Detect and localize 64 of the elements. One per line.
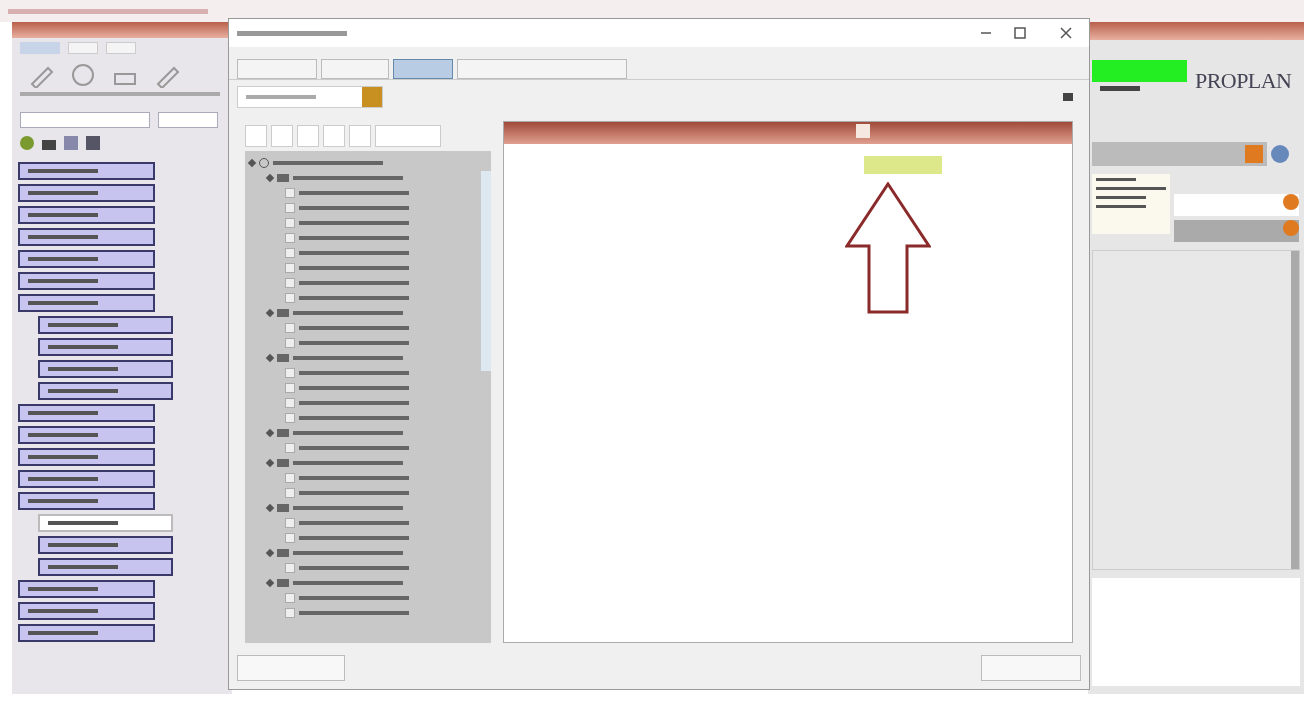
sidebar-item[interactable] <box>18 448 155 466</box>
expander-icon[interactable] <box>265 173 275 182</box>
scrollbar[interactable] <box>1291 251 1299 569</box>
up-arrow-icon <box>845 182 931 314</box>
document-icon <box>285 277 295 288</box>
expander-icon[interactable] <box>265 503 275 512</box>
scrollbar[interactable] <box>481 171 491 371</box>
sidebar-item[interactable] <box>38 382 173 400</box>
expander-icon[interactable] <box>265 428 275 437</box>
dropdown[interactable] <box>237 85 383 108</box>
sidebar-item[interactable] <box>18 404 155 422</box>
search-field[interactable] <box>375 125 441 147</box>
label-bar <box>1100 86 1140 91</box>
sidebar-item[interactable] <box>38 558 173 576</box>
document-icon <box>285 262 295 273</box>
logo-text: PROPLAN <box>1195 70 1292 92</box>
sidebar-item[interactable] <box>18 294 155 312</box>
sidebar-item[interactable] <box>18 206 155 224</box>
sidebar-item[interactable] <box>38 316 173 334</box>
document-icon <box>285 517 295 528</box>
expander-icon[interactable] <box>265 578 275 587</box>
document-icon <box>285 487 295 498</box>
sidebar-item[interactable] <box>38 360 173 378</box>
expander-icon[interactable] <box>265 353 275 362</box>
expander-icon[interactable] <box>265 308 275 317</box>
document-icon <box>285 247 295 258</box>
document-icon <box>285 187 295 198</box>
input-field[interactable] <box>1174 194 1299 216</box>
sidebar-item[interactable] <box>18 162 155 180</box>
document-icon <box>285 607 295 618</box>
sidebar-item[interactable] <box>38 514 173 532</box>
sidebar-item[interactable] <box>18 580 155 598</box>
document-icon <box>285 322 295 333</box>
document-icon <box>285 397 295 408</box>
popup-list[interactable] <box>1092 174 1170 234</box>
document-icon <box>285 562 295 573</box>
expander-icon[interactable] <box>265 548 275 557</box>
sidebar-item[interactable] <box>18 426 155 444</box>
document-icon <box>285 442 295 453</box>
sidebar-item[interactable] <box>18 492 155 510</box>
sidebar-item[interactable] <box>38 536 173 554</box>
sidebar-item[interactable] <box>18 624 155 642</box>
document-icon <box>285 472 295 483</box>
document-icon <box>285 232 295 243</box>
document-icon <box>285 367 295 378</box>
sidebar-item[interactable] <box>18 228 155 246</box>
sidebar-item[interactable] <box>38 338 173 356</box>
sidebar-item[interactable] <box>18 272 155 290</box>
document-icon <box>285 217 295 228</box>
document-icon <box>285 337 295 348</box>
sidebar-item[interactable] <box>18 602 155 620</box>
sidebar-item[interactable] <box>18 250 155 268</box>
document-icon <box>285 382 295 393</box>
sidebar-item[interactable] <box>18 470 155 488</box>
maximize-icon[interactable] <box>1013 26 1027 40</box>
document-icon <box>285 202 295 213</box>
expander-icon[interactable] <box>247 158 257 167</box>
expander-icon[interactable] <box>265 458 275 467</box>
close-icon[interactable] <box>1059 26 1073 40</box>
document-icon <box>285 412 295 423</box>
document-icon <box>285 292 295 303</box>
document-icon <box>285 592 295 603</box>
sidebar-item[interactable] <box>18 184 155 202</box>
document-icon <box>285 532 295 543</box>
